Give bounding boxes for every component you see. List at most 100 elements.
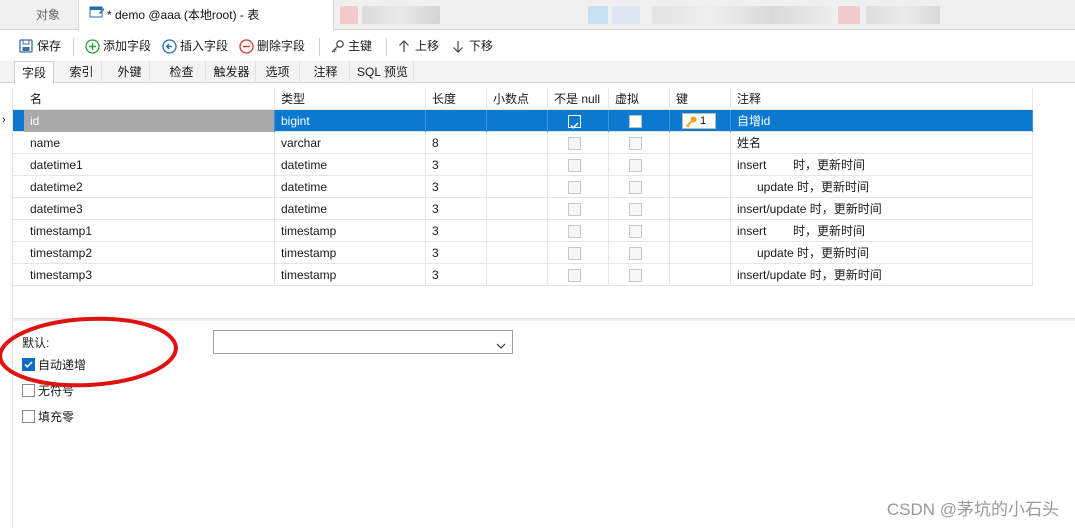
cell-decimals[interactable]	[487, 264, 548, 286]
cell-virtual[interactable]	[609, 176, 670, 198]
cell-key[interactable]	[670, 176, 731, 198]
column-header-type[interactable]: 类型	[275, 88, 426, 110]
cell-name[interactable]: id	[24, 110, 275, 132]
cell-comment[interactable]: 姓名	[731, 132, 1033, 154]
table-row[interactable]: timestamp2 timestamp 3 update 时，更新时间	[12, 242, 1033, 264]
cell-virtual[interactable]	[609, 242, 670, 264]
cell-not-null[interactable]	[548, 264, 609, 286]
cell-length[interactable]: 8	[426, 132, 487, 154]
cell-comment[interactable]: 自增id	[731, 110, 1033, 132]
cell-not-null[interactable]	[548, 154, 609, 176]
virtual-checkbox[interactable]	[629, 137, 642, 150]
add-field-button[interactable]: 添加字段	[84, 36, 151, 56]
not-null-checkbox[interactable]	[568, 225, 581, 238]
cell-not-null[interactable]	[548, 110, 609, 132]
not-null-checkbox[interactable]	[568, 247, 581, 260]
cell-not-null[interactable]	[548, 176, 609, 198]
cell-not-null[interactable]	[548, 242, 609, 264]
cell-name[interactable]: datetime1	[24, 154, 275, 176]
cell-length[interactable]: 3	[426, 264, 487, 286]
table-row[interactable]: datetime3 datetime 3 insert/update 时，更新时间	[12, 198, 1033, 220]
cell-virtual[interactable]	[609, 110, 670, 132]
column-header-virtual[interactable]: 虚拟	[609, 88, 670, 110]
table-row[interactable]: timestamp1 timestamp 3 insert 时，更新时间	[12, 220, 1033, 242]
cell-not-null[interactable]	[548, 132, 609, 154]
virtual-checkbox[interactable]	[629, 225, 642, 238]
move-up-button[interactable]: 上移	[396, 36, 439, 56]
column-header-length[interactable]: 长度	[426, 88, 487, 110]
cell-length[interactable]: 3	[426, 198, 487, 220]
cell-name[interactable]: timestamp2	[24, 242, 275, 264]
not-null-checkbox[interactable]	[568, 203, 581, 216]
table-row[interactable]: datetime1 datetime 3 insert 时，更新时间	[12, 154, 1033, 176]
table-row[interactable]: datetime2 datetime 3 update 时，更新时间	[12, 176, 1033, 198]
tab-table-design[interactable]: * demo @aaa (本地root) - 表	[78, 0, 334, 31]
cell-length[interactable]: 3	[426, 176, 487, 198]
virtual-checkbox[interactable]	[629, 115, 642, 128]
cell-not-null[interactable]	[548, 220, 609, 242]
virtual-checkbox[interactable]	[629, 269, 642, 282]
cell-type[interactable]: timestamp	[275, 220, 426, 242]
tab-fields[interactable]: 字段	[14, 61, 54, 84]
column-header-decimals[interactable]: 小数点	[487, 88, 548, 110]
column-header-key[interactable]: 键	[670, 88, 731, 110]
column-header-comment[interactable]: 注释	[731, 88, 1033, 110]
save-button[interactable]: 保存	[18, 36, 61, 56]
cell-name[interactable]: datetime2	[24, 176, 275, 198]
cell-key[interactable]	[670, 242, 731, 264]
cell-type[interactable]: timestamp	[275, 242, 426, 264]
cell-comment[interactable]: update 时，更新时间	[731, 176, 1033, 198]
cell-key[interactable]	[670, 198, 731, 220]
cell-virtual[interactable]	[609, 198, 670, 220]
cell-decimals[interactable]	[487, 132, 548, 154]
blurred-tab[interactable]	[362, 6, 440, 24]
cell-virtual[interactable]	[609, 220, 670, 242]
cell-virtual[interactable]	[609, 132, 670, 154]
cell-virtual[interactable]	[609, 264, 670, 286]
column-header-not-null[interactable]: 不是 null	[548, 88, 609, 110]
cell-type[interactable]: datetime	[275, 176, 426, 198]
not-null-checkbox[interactable]	[568, 159, 581, 172]
cell-key[interactable]	[670, 132, 731, 154]
table-row[interactable]: › id bigint 1 自增id	[2, 110, 1033, 132]
cell-type[interactable]: datetime	[275, 198, 426, 220]
move-down-button[interactable]: 下移	[450, 36, 493, 56]
cell-key[interactable]	[670, 220, 731, 242]
virtual-checkbox[interactable]	[629, 247, 642, 260]
not-null-checkbox[interactable]	[568, 181, 581, 194]
cell-type[interactable]: bigint	[275, 110, 426, 132]
cell-decimals[interactable]	[487, 154, 548, 176]
cell-decimals[interactable]	[487, 242, 548, 264]
not-null-checkbox[interactable]	[568, 137, 581, 150]
cell-type[interactable]: timestamp	[275, 264, 426, 286]
tab-options[interactable]: 选项	[256, 61, 300, 83]
zerofill-checkbox[interactable]	[22, 410, 35, 423]
cell-key[interactable]	[670, 264, 731, 286]
tab-comment[interactable]: 注释	[302, 61, 350, 83]
cell-virtual[interactable]	[609, 154, 670, 176]
delete-field-button[interactable]: 删除字段	[238, 36, 305, 56]
virtual-checkbox[interactable]	[629, 203, 642, 216]
cell-length[interactable]	[426, 110, 487, 132]
tab-foreign-keys[interactable]: 外键	[110, 61, 150, 83]
column-header-name[interactable]: 名	[24, 88, 275, 110]
cell-length[interactable]: 3	[426, 154, 487, 176]
blurred-tab[interactable]	[866, 6, 940, 24]
blurred-tab[interactable]	[652, 6, 832, 24]
cell-name[interactable]: timestamp1	[24, 220, 275, 242]
table-row[interactable]: timestamp3 timestamp 3 insert/update 时，更新时间	[12, 264, 1033, 286]
cell-length[interactable]: 3	[426, 220, 487, 242]
cell-comment[interactable]: insert/update 时，更新时间	[731, 264, 1033, 286]
tab-checks[interactable]: 检查	[158, 61, 206, 83]
cell-type[interactable]: varchar	[275, 132, 426, 154]
cell-decimals[interactable]	[487, 110, 548, 132]
cell-comment[interactable]: update 时，更新时间	[731, 242, 1033, 264]
tab-sql-preview[interactable]: SQL 预览	[352, 61, 414, 83]
cell-key[interactable]: 1	[670, 110, 731, 132]
cell-name[interactable]: datetime3	[24, 198, 275, 220]
cell-key[interactable]	[670, 154, 731, 176]
not-null-checkbox[interactable]	[568, 115, 581, 129]
cell-length[interactable]: 3	[426, 242, 487, 264]
tab-objects[interactable]: 对象	[26, 0, 70, 30]
tab-triggers[interactable]: 触发器	[208, 61, 256, 83]
